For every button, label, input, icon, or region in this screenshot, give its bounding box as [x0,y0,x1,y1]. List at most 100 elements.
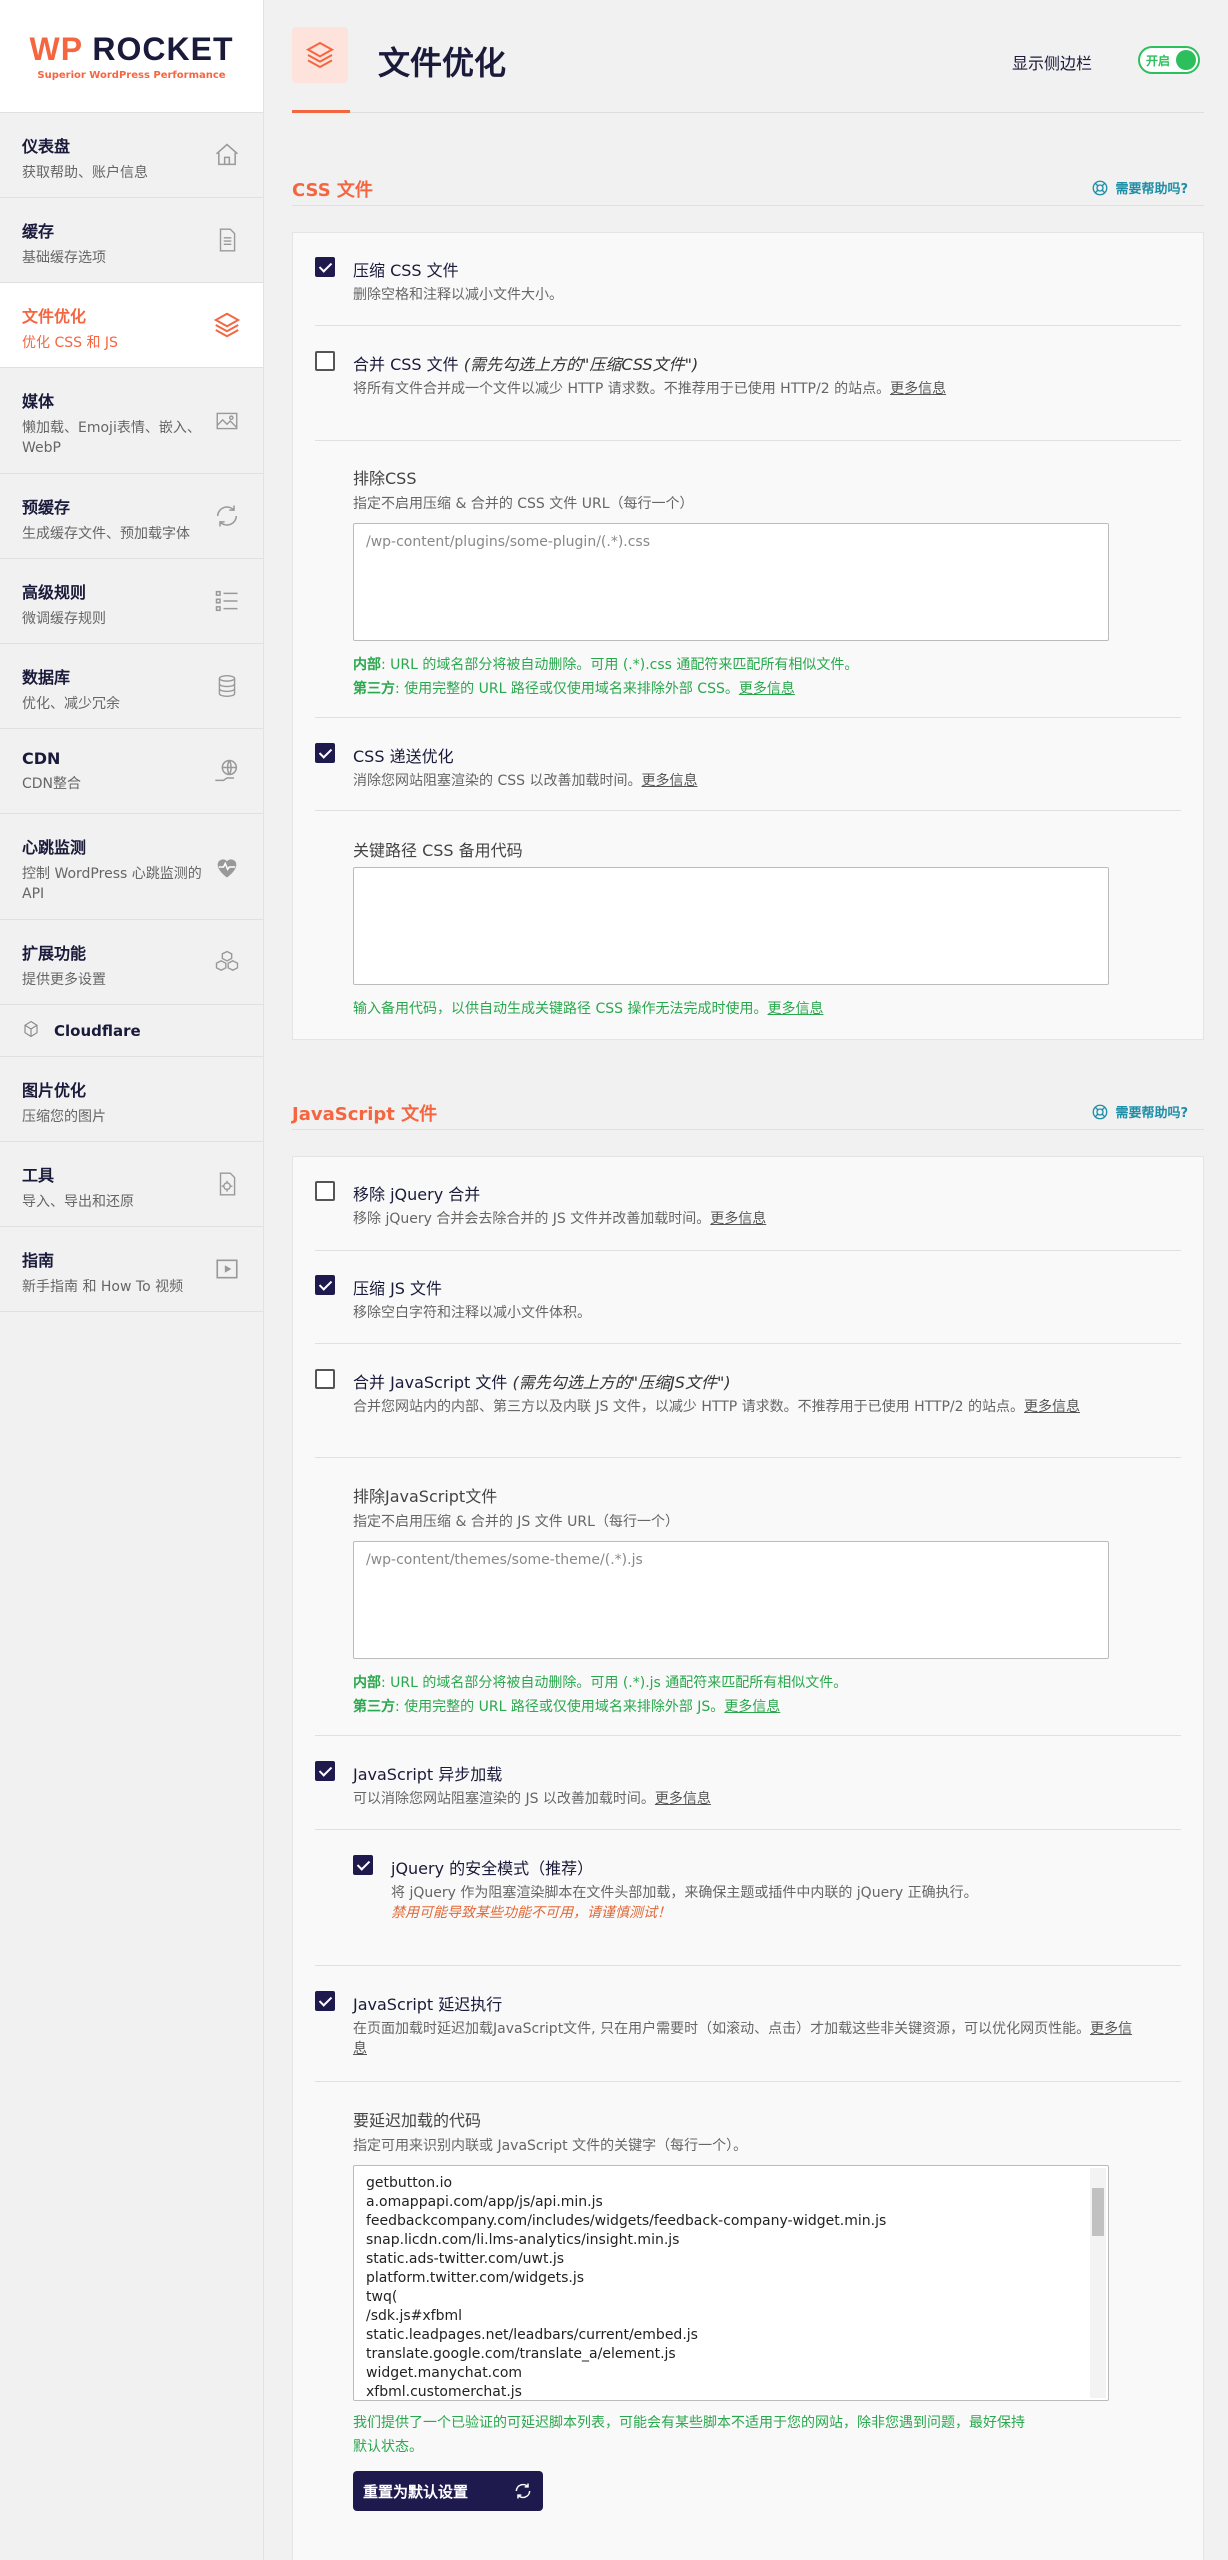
heart-icon [211,851,243,883]
critical-css-label: 关键路径 CSS 备用代码 [353,841,523,860]
delay-js-line: platform.twitter.com/widgets.js [366,2270,585,2286]
sidebar-item-image-optimization[interactable]: 图片优化 压缩您的图片 [0,1057,263,1142]
divider [315,717,1181,718]
delay-js-line: twq( [366,2289,398,2305]
tools-icon [211,1168,243,1200]
more-info-link[interactable]: 更多信息 [710,1211,766,1227]
reset-default-button[interactable]: 重置为默认设置 [353,2471,543,2511]
exclude-js-hint: 指定不启用压缩 & 合并的 JS 文件 URL（每行一个） [353,1514,679,1530]
divider [315,1457,1181,1458]
divider [315,440,1181,441]
exclude-css-label: 排除CSS [353,469,417,488]
cdn-icon [211,755,243,787]
exclude-js-label: 排除JavaScript文件 [353,1487,498,1506]
delay-js-line: xfbml.customerchat.js [366,2384,522,2400]
js-help-link[interactable]: 需要帮助吗? [1091,1102,1188,1121]
more-info-link[interactable]: 更多信息 [739,681,795,697]
database-icon [211,670,243,702]
combine-js-checkbox[interactable] [315,1369,335,1389]
divider [315,1735,1181,1736]
sidebar-item-file-optimization[interactable]: 文件优化 优化 CSS 和 JS [0,283,263,368]
wp-rocket-logo[interactable]: WP ROCKET Superior WordPress Performance [0,0,263,113]
show-sidebar-label: 显示侧边栏 [1011,54,1092,73]
show-sidebar-toggle[interactable]: 开启 [1138,46,1200,74]
js-panel: 移除 jQuery 合并 移除 jQuery 合并会去除合并的 JS 文件并改善… [292,1156,1204,2560]
more-info-link[interactable]: 更多信息 [655,1791,711,1807]
css-panel: 压缩 CSS 文件 删除空格和注释以减小文件大小。 合并 CSS 文件 (需先勾… [292,232,1204,1040]
divider [315,810,1181,811]
delay-js-line: static.ads-twitter.com/uwt.js [366,2251,565,2267]
document-icon [211,224,243,256]
sidebar-item-database[interactable]: 数据库 优化、减少冗余 [0,644,263,729]
critical-css-note: 输入备用代码，以供自动生成关键路径 CSS 操作无法完成时使用。更多信息 [353,1001,824,1017]
textarea-scrollbar[interactable] [1090,2168,1106,2398]
delay-js-line: /sdk.js#xfbml [366,2308,462,2324]
page-header: 文件优化 显示侧边栏 开启 [292,0,1204,113]
logo-tagline: Superior WordPress Performance [37,70,226,81]
logo-text: WP ROCKET [29,31,234,67]
image-icon [211,405,243,437]
sidebar-item-dashboard[interactable]: 仪表盘 获取帮助、账户信息 [0,113,263,198]
sidebar-item-advanced-rules[interactable]: 高级规则 微调缓存规则 [0,559,263,644]
delay-js-line: a.omappapi.com/app/js/api.min.js [366,2194,603,2210]
sidebar-item-media[interactable]: 媒体 懒加载、Emoji表情、嵌入、WebP [0,368,263,474]
remove-jquery-migrate-checkbox[interactable] [315,1181,335,1201]
delay-js-checkbox[interactable] [315,1991,335,2011]
sidebar-item-heartbeat[interactable]: 心跳监测 控制 WordPress 心跳监测的 API [0,814,263,920]
divider [315,2081,1181,2082]
load-js-deferred-checkbox[interactable] [315,1761,335,1781]
more-info-link-continued[interactable]: 息 [353,2041,367,2057]
sidebar-item-tutorials[interactable]: 指南 新手指南 和 How To 视频 [0,1227,263,1312]
safe-mode-warning: 禁用可能导致某些功能不可用，请谨慎测试！ [391,1905,671,1921]
divider [315,1250,1181,1251]
video-icon [211,1253,243,1285]
exclude-js-textarea[interactable]: /wp-content/themes/some-theme/(.*).js [353,1541,1109,1659]
css-help-link[interactable]: 需要帮助吗? [1091,178,1188,197]
delay-js-line: static.leadpages.net/leadbars/current/em… [366,2327,698,2343]
divider [315,1343,1181,1344]
optimize-css-delivery-checkbox[interactable] [315,743,335,763]
delay-js-list-label: 要延迟加载的代码 [353,2111,482,2130]
main-content: 文件优化 显示侧边栏 开启 CSS 文件 需要帮助吗? 压缩 CSS 文件 删除… [264,0,1228,2560]
delay-js-exclusions-textarea[interactable]: getbutton.io a.omappapi.com/app/js/api.mi… [353,2165,1109,2401]
more-info-link[interactable]: 更多信息 [641,773,697,789]
more-info-link[interactable]: 更多信息 [1024,1399,1080,1415]
refresh-icon [211,500,243,532]
jquery-safe-mode-checkbox[interactable] [353,1855,373,1875]
refresh-icon [513,2481,533,2505]
home-icon [211,139,243,171]
toggle-knob [1176,50,1196,70]
exclude-css-hint: 指定不启用压缩 & 合并的 CSS 文件 URL（每行一个） [353,496,694,512]
delay-js-line: feedbackcompany.com/includes/widgets/fee… [366,2213,887,2229]
delay-js-line: snap.licdn.com/li.lms-analytics/insight.… [366,2232,680,2248]
cubes-icon [211,946,243,978]
css-section-header: CSS 文件 需要帮助吗? [292,166,1204,206]
sidebar-item-tools[interactable]: 工具 导入、导出和还原 [0,1142,263,1227]
sidebar-item-addons[interactable]: 扩展功能 提供更多设置 [0,920,263,1005]
js-section-header: JavaScript 文件 需要帮助吗? [292,1090,1204,1130]
sidebar-item-cdn[interactable]: CDN CDN整合 [0,729,263,814]
more-info-link[interactable]: 更多信息 [767,1001,823,1017]
delay-js-note: 我们提供了一个已验证的可延迟脚本列表，可能会有某些脚本不适用于您的网站，除非您遇… [353,2415,1025,2455]
sidebar-item-preload[interactable]: 预缓存 生成缓存文件、预加载字体 [0,474,263,559]
more-info-link[interactable]: 更多信息 [724,1699,780,1715]
active-tab-indicator [292,110,350,113]
minify-css-checkbox[interactable] [315,257,335,277]
scrollbar-thumb[interactable] [1092,2188,1104,2236]
combine-css-checkbox[interactable] [315,351,335,371]
delay-js-line: widget.manychat.com [366,2365,523,2381]
critical-css-fallback-textarea[interactable] [353,867,1109,985]
delay-js-line: getbutton.io [366,2175,453,2191]
divider [315,1965,1181,1966]
exclude-css-textarea[interactable]: /wp-content/plugins/some-plugin/(.*).css [353,523,1109,641]
delay-js-list-hint: 指定可用来识别内联或 JavaScript 文件的关键字（每行一个）。 [353,2138,748,2154]
exclude-css-note: 内部: URL 的域名部分将被自动删除。可用 (.*).css 通配符来匹配所有… [353,657,859,697]
sidebar-item-cloudflare[interactable]: Cloudflare [0,1005,263,1057]
more-info-link[interactable]: 更多信 [1090,2021,1132,2037]
help-icon [1093,1104,1108,1119]
more-info-link[interactable]: 更多信息 [890,381,946,397]
minify-js-checkbox[interactable] [315,1275,335,1295]
exclude-js-note: 内部: URL 的域名部分将被自动删除。可用 (.*).js 通配符来匹配所有相… [353,1675,848,1715]
cloudflare-icon [22,1020,40,1042]
sidebar-item-cache[interactable]: 缓存 基础缓存选项 [0,198,263,283]
